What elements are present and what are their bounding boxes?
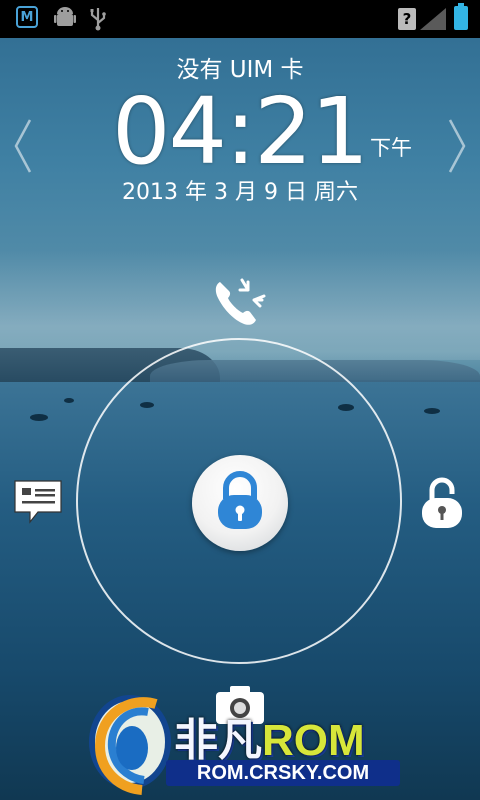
rock [424, 408, 440, 414]
signal-icon [420, 8, 446, 30]
no-sim-icon: ? [398, 8, 416, 30]
unlock-icon[interactable] [420, 474, 464, 530]
phone-icon[interactable] [212, 276, 268, 328]
maps-notification-icon: M [16, 6, 38, 28]
watermark-url: ROM.CRSKY.COM [166, 760, 400, 786]
battery-icon [454, 3, 468, 30]
date-text: 2013 年 3 月 9 日 周六 [122, 180, 358, 205]
watermark-brand: 非凡ROM [174, 704, 365, 768]
lock-handle-icon [218, 471, 262, 529]
next-page-arrow-icon[interactable] [446, 118, 468, 174]
lock-handle[interactable] [192, 455, 288, 551]
messages-icon[interactable] [12, 478, 64, 526]
watermark-brand-cn-text: 非凡 [174, 716, 262, 765]
rock [64, 398, 74, 403]
previous-page-arrow-icon[interactable] [12, 118, 34, 174]
status-bar: M ? [0, 0, 480, 38]
clock-ampm: 下午 [370, 136, 412, 160]
android-debug-icon [54, 7, 76, 26]
rock [30, 414, 48, 421]
clock-time: 04:21 [112, 78, 369, 185]
crsky-logo-icon [89, 695, 171, 795]
watermark-brand-rom-text: ROM [262, 716, 365, 765]
usb-icon [90, 8, 106, 31]
